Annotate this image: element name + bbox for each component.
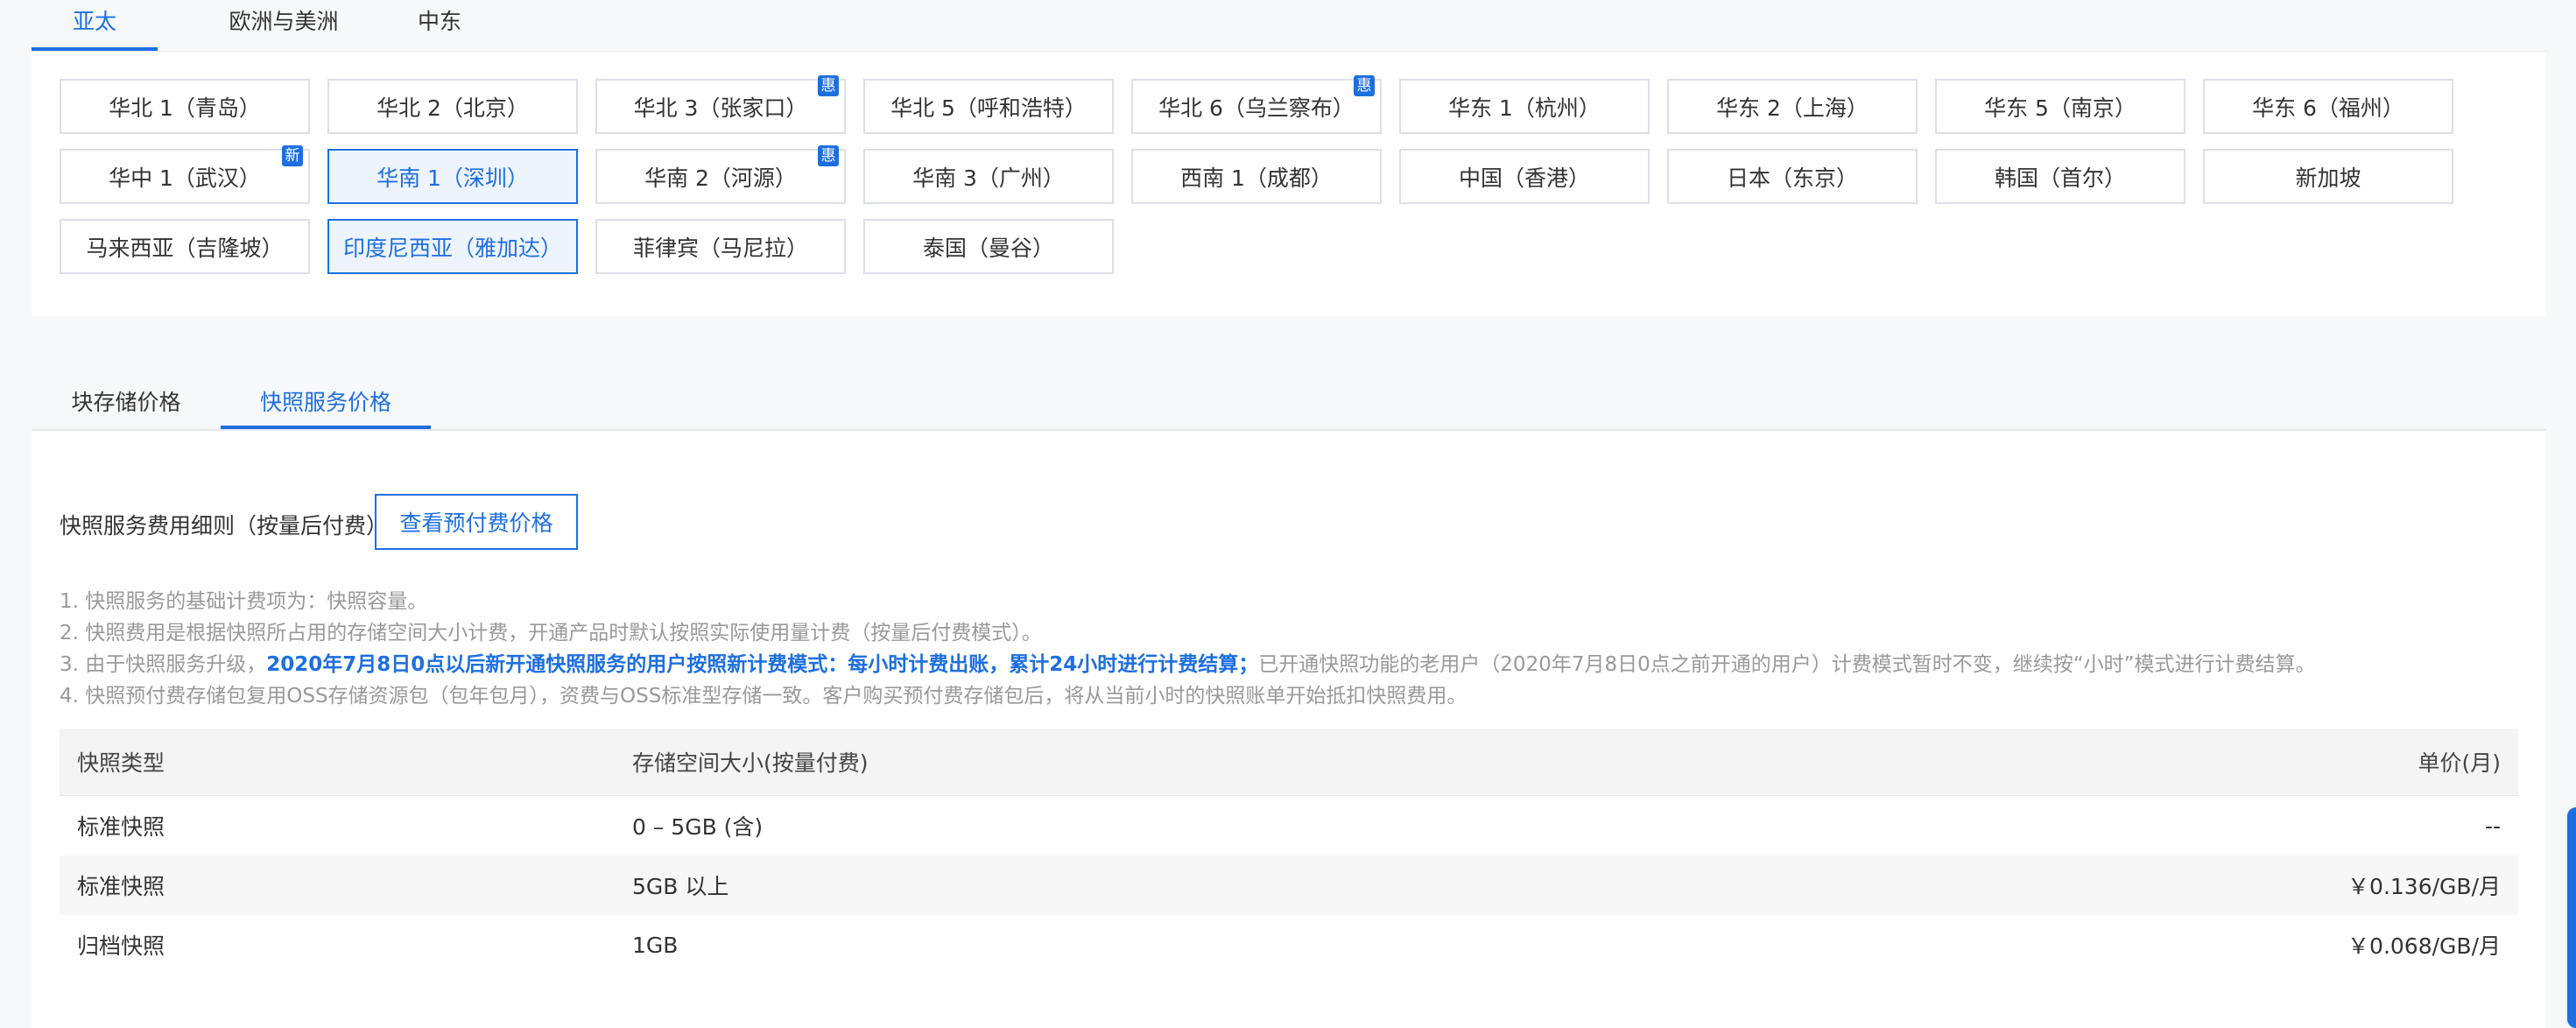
region-label: 印度尼西亚（雅加达） xyxy=(342,235,562,261)
region-label: 华南 2（河源） xyxy=(644,165,797,191)
region-label: 新加坡 xyxy=(2295,165,2361,191)
note-3-highlight: 2020年7月8日0点以后新开通快照服务的用户按照新计费模式：每小时计费出账，累… xyxy=(266,653,1259,676)
region-button-fuzhou[interactable]: 华东 6（福州） xyxy=(2203,79,2453,134)
billing-notes: 1. 快照服务的基础计费项为：快照容量。 2. 快照费用是根据快照所占用的存储空… xyxy=(60,586,2316,712)
region-button-huhehaote[interactable]: 华北 5（呼和浩特） xyxy=(863,79,1114,134)
region-button-hangzhou[interactable]: 华东 1（杭州） xyxy=(1399,79,1650,134)
region-button-beijing[interactable]: 华北 2（北京） xyxy=(327,79,578,134)
region-label: 韩国（首尔） xyxy=(1994,165,2126,191)
cell-storage-size: 5GB 以上 xyxy=(632,874,729,899)
region-label: 华北 3（张家口） xyxy=(633,95,808,121)
region-tabs: 亚太 欧洲与美洲 中东 xyxy=(32,0,2546,51)
region-label: 华东 2（上海） xyxy=(1716,95,1869,121)
cell-storage-size: 1GB xyxy=(632,932,679,958)
region-button-zhangjiakou[interactable]: 华北 3（张家口） 惠 xyxy=(595,75,846,134)
region-label: 华南 3（广州） xyxy=(912,165,1065,191)
note-4: 4. 快照预付费存储包复用OSS存储资源包（包年包月），资费与OSS标准型存储一… xyxy=(60,685,1467,708)
tab-block-storage-price[interactable]: 块存储价格 xyxy=(32,377,221,429)
region-label: 华北 2（北京） xyxy=(377,95,529,121)
region-button-shanghai[interactable]: 华东 2（上海） xyxy=(1667,79,1918,134)
region-button-hongkong[interactable]: 中国（香港） xyxy=(1399,149,1650,204)
snapshot-price-table: 快照类型 存储空间大小(按量付费) 单价(月) 标准快照 0 – 5GB (含)… xyxy=(60,729,2518,975)
tab-asia-pacific[interactable]: 亚太 xyxy=(32,0,158,51)
header-storage-size: 存储空间大小(按量付费) xyxy=(632,750,869,776)
fee-detail-label: 快照服务费用细则（按量后付费） xyxy=(60,513,389,539)
side-float-handle[interactable] xyxy=(2567,807,2576,1028)
discount-badge: 惠 xyxy=(1354,75,1375,96)
region-button-bangkok[interactable]: 泰国（曼谷） xyxy=(863,219,1114,274)
cell-snapshot-type: 归档快照 xyxy=(77,933,165,959)
region-label: 日本（东京） xyxy=(1726,165,1858,191)
region-button-manila[interactable]: 菲律宾（马尼拉） xyxy=(595,219,846,274)
new-badge: 新 xyxy=(282,145,303,166)
note-3-suffix: 已开通快照功能的老用户（2020年7月8日0点之前开通的用户）计费模式暂时不变，… xyxy=(1258,653,2316,676)
region-label: 西南 1（成都） xyxy=(1180,165,1333,191)
table-header-row: 快照类型 存储空间大小(按量付费) 单价(月) xyxy=(60,729,2518,796)
header-snapshot-type: 快照类型 xyxy=(77,750,165,776)
region-button-chengdu[interactable]: 西南 1（成都） xyxy=(1131,149,1382,204)
note-3-prefix: 3. 由于快照服务升级， xyxy=(60,653,267,676)
note-3: 3. 由于快照服务升级，2020年7月8日0点以后新开通快照服务的用户按照新计费… xyxy=(60,649,2316,680)
tab-snapshot-price[interactable]: 快照服务价格 xyxy=(221,377,431,429)
region-label: 华北 6（乌兰察布） xyxy=(1158,95,1355,121)
region-button-wulanchabu[interactable]: 华北 6（乌兰察布）惠 xyxy=(1131,75,1382,134)
region-label: 华北 1（青岛） xyxy=(109,95,261,121)
region-label: 泰国（曼谷） xyxy=(922,235,1054,261)
region-label: 中国（香港） xyxy=(1458,165,1590,191)
cell-storage-size: 0 – 5GB (含) xyxy=(632,814,764,840)
region-button-seoul[interactable]: 韩国（首尔） xyxy=(1935,149,2185,204)
region-label: 马来西亚（吉隆坡） xyxy=(86,235,284,261)
cell-unit-price: -- xyxy=(2484,813,2501,839)
cell-snapshot-type: 标准快照 xyxy=(77,874,165,899)
tab-middle-east[interactable]: 中东 xyxy=(378,0,501,51)
cell-unit-price: ￥0.136/GB/月 xyxy=(2347,874,2501,899)
region-label: 华南 1（深圳） xyxy=(377,165,529,191)
note-1: 1. 快照服务的基础计费项为：快照容量。 xyxy=(60,590,428,613)
region-label: 华东 1（杭州） xyxy=(1448,95,1601,121)
discount-badge: 惠 xyxy=(818,145,839,166)
region-label: 华东 5（南京） xyxy=(1984,95,2136,121)
discount-badge: 惠 xyxy=(818,75,839,96)
region-button-tokyo[interactable]: 日本（东京） xyxy=(1667,149,1918,204)
view-prepaid-price-button[interactable]: 查看预付费价格 xyxy=(375,494,578,550)
region-button-qingdao[interactable]: 华北 1（青岛） xyxy=(60,79,310,134)
table-row: 标准快照 5GB 以上 ￥0.136/GB/月 xyxy=(60,855,2518,915)
region-label: 菲律宾（马尼拉） xyxy=(632,235,808,261)
table-row: 归档快照 1GB ￥0.068/GB/月 xyxy=(60,915,2518,975)
region-button-jakarta[interactable]: 印度尼西亚（雅加达） xyxy=(327,219,578,274)
tab-europe-americas[interactable]: 欧洲与美洲 xyxy=(187,0,380,51)
region-button-wuhan[interactable]: 华中 1（武汉） 新 xyxy=(60,145,310,204)
note-2: 2. 快照费用是根据快照所占用的存储空间大小计费，开通产品时默认按照实际使用量计… xyxy=(60,622,1042,644)
region-button-singapore[interactable]: 新加坡 xyxy=(2203,149,2453,204)
region-label: 华东 6（福州） xyxy=(2252,95,2404,121)
region-button-kuala-lumpur[interactable]: 马来西亚（吉隆坡） xyxy=(60,219,310,274)
region-label: 华中 1（武汉） xyxy=(109,165,261,191)
region-button-heyuan[interactable]: 华南 2（河源） 惠 xyxy=(595,145,846,204)
cell-snapshot-type: 标准快照 xyxy=(77,814,165,840)
region-button-guangzhou[interactable]: 华南 3（广州） xyxy=(863,149,1114,204)
region-label: 华北 5（呼和浩特） xyxy=(890,95,1087,121)
cell-unit-price: ￥0.068/GB/月 xyxy=(2347,933,2501,959)
region-button-shenzhen[interactable]: 华南 1（深圳） xyxy=(327,149,578,204)
table-row: 标准快照 0 – 5GB (含) -- xyxy=(60,796,2518,855)
header-unit-price: 单价(月) xyxy=(2418,750,2501,776)
region-button-nanjing[interactable]: 华东 5（南京） xyxy=(1935,79,2185,134)
